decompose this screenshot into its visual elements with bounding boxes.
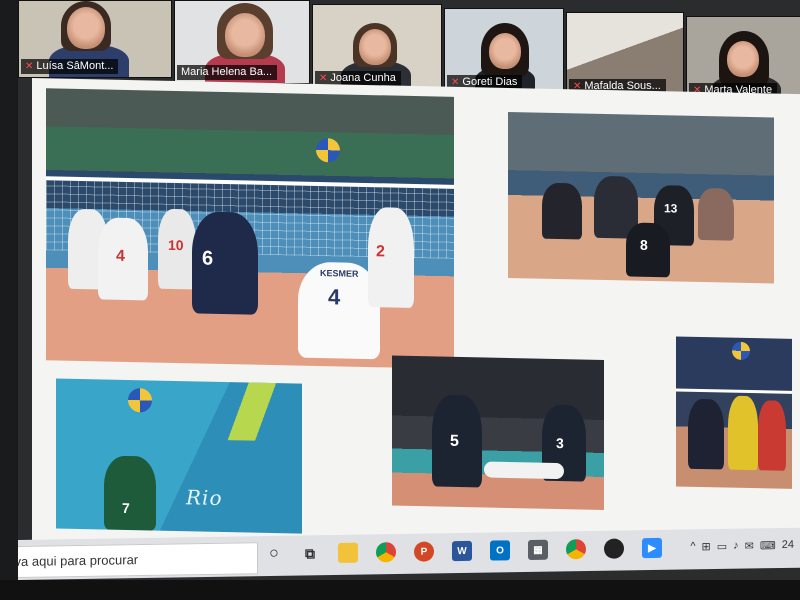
player-yellow: [728, 395, 758, 471]
player-navy: 6: [192, 211, 258, 315]
jersey-number: 3: [556, 434, 564, 452]
rio-logo: Rio: [186, 485, 223, 510]
participant-face: [489, 33, 521, 69]
mic-muted-icon: ✕: [319, 72, 328, 84]
monitor-bezel-left: [0, 0, 18, 600]
player-red: [758, 400, 786, 471]
rio-logo-stripe: [226, 382, 296, 442]
participant-face: [359, 29, 391, 65]
photo-sitting-volleyball-match: 4 10 6 KESMER 4 2: [46, 88, 454, 369]
participant-tile[interactable]: ✕ Luísa SâMont...: [18, 0, 172, 78]
jersey-number: 2: [376, 243, 385, 261]
task-view-icon[interactable]: ⧉: [300, 543, 320, 563]
tray-keyboard-icon[interactable]: ⌨: [760, 539, 776, 552]
volleyball-ball: [732, 341, 750, 361]
search-placeholder: reva aqui para procurar: [18, 552, 139, 570]
screen: ✕ Luísa SâMont... Maria Helena Ba... ✕ Joa…: [18, 0, 800, 600]
system-tray: ^ ⊞ ▭ ♪ ✉ ⌨ 24: [690, 539, 794, 554]
volleyball-net: [676, 388, 792, 394]
player-white: 2: [368, 207, 414, 309]
jersey-number: 4: [328, 284, 341, 310]
participant-face: [225, 13, 265, 57]
chrome-icon-2[interactable]: [566, 539, 586, 560]
participant-name: Maria Helena Ba...: [181, 66, 273, 78]
jersey-number: 8: [640, 236, 648, 253]
player-dark: [688, 398, 724, 470]
powerpoint-icon[interactable]: P: [414, 541, 434, 562]
monitor-bezel-bottom: [0, 580, 800, 600]
participant-name-tag: Maria Helena Ba...: [177, 65, 278, 80]
jersey-name: KESMER: [320, 268, 359, 279]
jersey-number: 13: [664, 201, 678, 216]
participant-face: [727, 41, 759, 77]
player-legs: [484, 461, 564, 480]
taskbar-search-box[interactable]: reva aqui para procurar: [18, 542, 258, 579]
player-green: 7: [104, 455, 156, 531]
player-dark: 8: [626, 222, 670, 278]
zoom-icon[interactable]: ▶: [642, 537, 662, 559]
tray-message-icon[interactable]: ✉: [745, 539, 754, 552]
participant-strip: ✕ Luísa SâMont... Maria Helena Ba... ✕ Joa…: [18, 0, 800, 102]
tray-battery-icon[interactable]: ▭: [717, 540, 727, 553]
jersey-number: 10: [168, 236, 184, 254]
participant-tile[interactable]: ✕ Mafalda Sous...: [566, 12, 684, 98]
player-white: 4: [98, 217, 148, 301]
jersey-number: 7: [122, 499, 130, 517]
file-explorer-icon[interactable]: [338, 542, 358, 563]
participant-tile[interactable]: ✕ Marta Valente: [686, 16, 800, 102]
outlook-icon[interactable]: O: [490, 540, 510, 561]
participant-tile[interactable]: Maria Helena Ba...: [174, 0, 310, 84]
word-icon[interactable]: W: [452, 540, 472, 562]
volleyball-ball: [316, 137, 340, 163]
jersey-number: 4: [116, 247, 125, 265]
tray-volume-icon[interactable]: ♪: [733, 540, 739, 553]
mic-muted-icon: ✕: [25, 60, 34, 72]
obs-icon[interactable]: [604, 538, 624, 559]
shared-slide: 4 10 6 KESMER 4 2 13 8 7 Rio 5 3: [32, 78, 800, 565]
player-dark: 5: [432, 394, 482, 488]
participant-face: [67, 7, 105, 49]
jersey-number: 6: [202, 247, 214, 270]
photo-rio-player-serve: 7 Rio: [56, 378, 302, 534]
player-dark: [542, 182, 582, 240]
player-white: 10: [158, 208, 196, 290]
photo-sitting-volleyball-team: 13 8: [508, 111, 774, 284]
chrome-icon[interactable]: [376, 542, 396, 563]
participant-name-tag: ✕ Luísa SâMont...: [21, 59, 119, 74]
tray-network-icon[interactable]: ⊞: [702, 540, 711, 553]
photo-women-sitting-volleyball: 5 3: [392, 355, 604, 510]
participant-tile[interactable]: ✕ Joana Cunha: [312, 4, 442, 90]
search-circle-icon[interactable]: ○: [264, 544, 284, 564]
photo-block-at-net: [676, 336, 792, 489]
player-other: [698, 187, 734, 241]
participant-tile[interactable]: ✕ Goreti Dias: [444, 8, 564, 94]
tray-clock[interactable]: 24: [782, 539, 794, 552]
jersey-number: 5: [450, 432, 459, 450]
volleyball-ball: [128, 388, 152, 413]
tray-chevron-icon[interactable]: ^: [690, 540, 695, 553]
calculator-icon[interactable]: ▦: [528, 539, 548, 560]
participant-name: Luísa SâMont...: [36, 60, 114, 72]
